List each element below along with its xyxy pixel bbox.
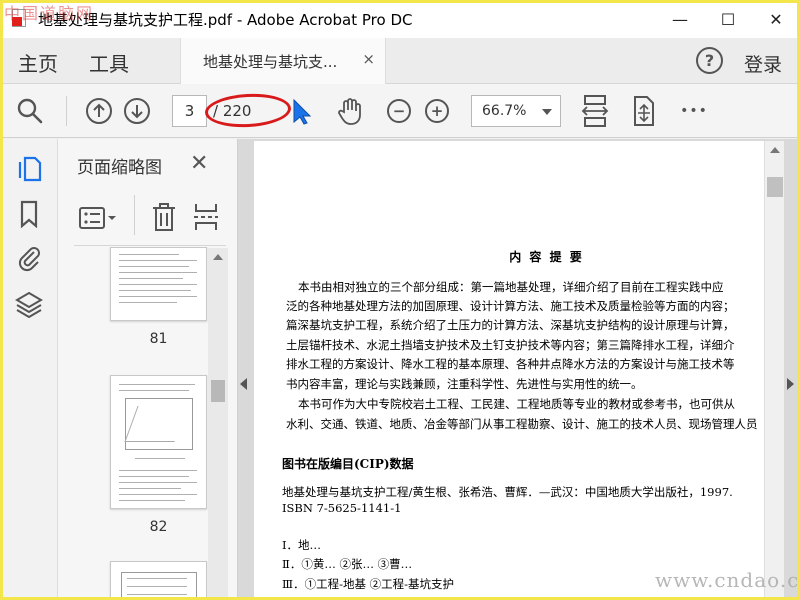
- minimize-icon: —: [672, 9, 688, 29]
- login-button[interactable]: 登录: [744, 50, 782, 77]
- layers-icon: [15, 291, 43, 318]
- zoom-value: 66.7%: [482, 103, 527, 119]
- zoom-select[interactable]: 66.7%: [471, 95, 561, 127]
- select-tool-button[interactable]: [288, 94, 316, 128]
- scroll-mode-icon: [634, 96, 654, 126]
- collapse-right-pane-icon[interactable]: [787, 378, 794, 390]
- thumbnail-scrollbar[interactable]: [208, 248, 228, 600]
- page-heading: 内 容 提 要: [509, 250, 584, 264]
- panel-divider: [74, 245, 226, 246]
- paragraph-line: 本书可作为大中专院校岩土工程、工民建、工程地质等专业的教材或参考书，也可供从: [298, 397, 735, 411]
- hand-icon: [338, 98, 361, 125]
- more-icon: •••: [680, 103, 708, 119]
- page-break-icon: [194, 204, 218, 230]
- panel-close-button[interactable]: ✕: [190, 151, 208, 176]
- pages-icon: [18, 156, 42, 182]
- cip-line: Ⅲ．①工程-地基 ②工程-基坑支护: [282, 577, 455, 591]
- cip-line: Ⅰ．地…: [282, 538, 322, 552]
- scroll-up-icon[interactable]: [213, 254, 223, 260]
- chevron-down-icon: [542, 109, 552, 115]
- next-page-button[interactable]: [122, 94, 152, 128]
- tab-close-button[interactable]: ×: [362, 50, 375, 68]
- arrow-up-circle-icon: [86, 98, 112, 124]
- collapse-left-pane-icon[interactable]: [240, 378, 247, 390]
- panel-title: 页面缩略图: [77, 158, 162, 178]
- arrow-down-circle-icon: [124, 98, 150, 124]
- title-bar: 地基处理与基坑支护工程.pdf - Adobe Acrobat Pro DC 中…: [0, 0, 800, 38]
- page-number-input[interactable]: 3: [172, 95, 207, 127]
- bookmarks-button[interactable]: [14, 199, 44, 229]
- search-button[interactable]: [14, 94, 46, 128]
- toolbar: − + •••: [0, 84, 800, 138]
- bookmark-icon: [20, 200, 38, 228]
- fit-width-icon: [581, 95, 609, 127]
- cursor-arrow-icon: [293, 98, 312, 125]
- paragraph-line: 泛的各种地基处理方法的加固原理、设计计算方法、施工技术及质量检验等方面的内容；: [286, 299, 735, 313]
- previous-page-button[interactable]: [84, 94, 114, 128]
- paragraph-line: 书内容丰富，理论与实践兼顾，注重科学性、先进性与实用性的统一。: [286, 377, 643, 391]
- scrollbar-thumb[interactable]: [211, 380, 225, 402]
- paragraph-line: 排水工程的方案设计、降水工程的基本原理、各种井点降水方法的方案设计与施工技术等: [286, 357, 735, 371]
- trash-icon: [153, 203, 175, 231]
- thumbnail-page[interactable]: [110, 247, 207, 321]
- tab-document-label: 地基处理与基坑支...: [203, 53, 338, 71]
- search-icon: [17, 98, 43, 124]
- thumbnail-page-number: 81: [149, 331, 168, 347]
- menu-home[interactable]: 主页: [18, 48, 58, 77]
- thumbnail-page[interactable]: [110, 375, 207, 509]
- cip-line: 地基处理与基坑支护工程/黄生根、张希浩、曹辉．—武汉：中国地质大学出版社，199…: [282, 485, 733, 499]
- paragraph-line: 本书由相对独立的三个部分组成：第一篇地基处理，详细介绍了目前在工程实践中应: [298, 280, 724, 294]
- tab-document[interactable]: 地基处理与基坑支... ×: [180, 38, 386, 84]
- cip-heading: 图书在版编目(CIP)数据: [282, 457, 414, 471]
- page-thumbnails-button[interactable]: [14, 153, 44, 183]
- fit-page-button[interactable]: [580, 94, 610, 128]
- maximize-button[interactable]: ☐: [704, 0, 752, 38]
- paragraph-line: 土层锚杆技术、水泥土挡墙支护技术及土钉支护技术等内容；第三篇降排水工程，详细介: [286, 338, 735, 352]
- site-logo-watermark: 中国道脑网: [4, 4, 95, 23]
- document-scrollbar[interactable]: [764, 141, 784, 600]
- page-display-button[interactable]: [628, 94, 658, 128]
- insert-page-button[interactable]: [192, 201, 220, 233]
- minimize-button[interactable]: —: [656, 0, 704, 38]
- list-options-icon: [79, 207, 116, 229]
- attachments-button[interactable]: [14, 243, 44, 273]
- scrollbar-thumb[interactable]: [767, 177, 783, 197]
- thumbnail-page[interactable]: [110, 561, 207, 600]
- delete-page-button[interactable]: [150, 201, 178, 233]
- navigation-rail: [0, 139, 58, 600]
- close-icon: ✕: [769, 9, 783, 29]
- tab-row: 主页 工具 地基处理与基坑支... × ? 登录: [0, 38, 800, 84]
- minus-circle-icon: −: [387, 99, 411, 123]
- zoom-out-button[interactable]: −: [385, 94, 413, 128]
- document-page: 内 容 提 要 本书由相对独立的三个部分组成：第一篇地基处理，详细介绍了目前在工…: [254, 141, 764, 600]
- help-button[interactable]: ?: [696, 47, 723, 74]
- window-title: 地基处理与基坑支护工程.pdf - Adobe Acrobat Pro DC: [38, 10, 413, 29]
- hand-tool-button[interactable]: [334, 94, 366, 128]
- scroll-up-icon[interactable]: [770, 147, 780, 153]
- zoom-in-button[interactable]: +: [423, 94, 451, 128]
- paperclip-icon: [18, 247, 40, 272]
- thumbnail-page-number: 82: [149, 519, 168, 535]
- site-watermark: www.cndao.com: [655, 568, 800, 592]
- thumbnail-list: 81 82: [58, 247, 218, 600]
- maximize-icon: ☐: [720, 9, 736, 29]
- paragraph-line: 篇深基坑支护工程，系统介绍了土压力的计算方法、深基坑支护结构的设计原理与计算，: [286, 318, 735, 332]
- plus-circle-icon: +: [425, 99, 449, 123]
- cip-line: Ⅱ．①黄… ②张… ③曹…: [282, 557, 413, 571]
- more-tools-button[interactable]: •••: [680, 94, 708, 128]
- paragraph-line: 水利、交通、铁道、地质、冶金等部门从事工程勘察、设计、施工的技术人员、现场管理人…: [286, 417, 758, 431]
- thumbnail-options-button[interactable]: [78, 203, 118, 233]
- layers-button[interactable]: [14, 289, 44, 319]
- close-window-button[interactable]: ✕: [752, 0, 800, 38]
- menu-tools[interactable]: 工具: [89, 48, 129, 77]
- cip-line: ISBN 7-5625-1141-1: [282, 501, 402, 515]
